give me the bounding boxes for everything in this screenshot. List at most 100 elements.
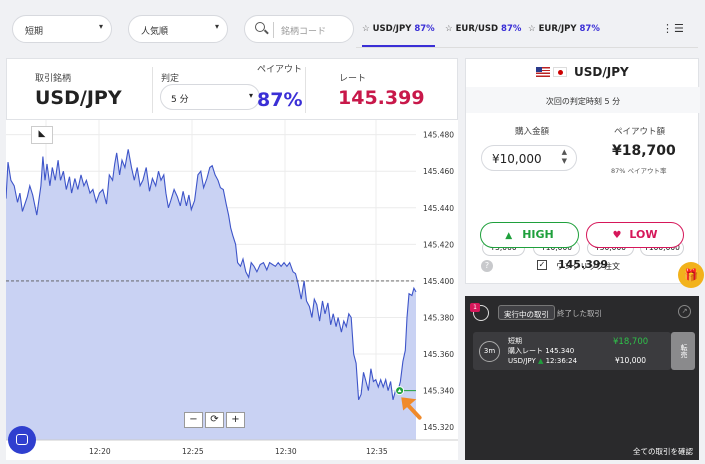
amount-stepper[interactable]: ▲ ▼ <box>562 148 567 166</box>
price-tick-label: 145.340 <box>423 387 454 396</box>
tab-eurjpy[interactable]: ☆ EUR/JPY 87% <box>528 11 600 47</box>
search-placeholder: 銘柄コード <box>281 27 327 37</box>
sort-select-value: 人気順 <box>141 27 169 37</box>
search-icon <box>255 22 265 32</box>
tab-payout: 87% <box>579 24 600 34</box>
us-flag-icon <box>536 67 550 77</box>
divider <box>305 67 306 113</box>
trade-pair: USD/JPY <box>508 357 536 365</box>
menu-icon[interactable]: ⋮☰ <box>662 22 685 35</box>
price-tick-label: 145.440 <box>423 204 454 213</box>
tab-label: EUR/JPY <box>538 24 577 34</box>
price-tick-label: 145.320 <box>423 423 454 432</box>
duration-ring: 3m <box>479 341 500 362</box>
one-click-label: ワンクリック注文 <box>556 262 620 271</box>
judge-label: 判定 <box>161 74 180 84</box>
amount-label: 購入金額 <box>515 127 550 137</box>
chevron-down-icon: ▾ <box>248 91 253 100</box>
chat-button[interactable] <box>8 426 36 454</box>
tab-closed-trades[interactable]: 終了した取引 <box>557 308 602 319</box>
search-divider <box>273 22 274 38</box>
payout-value: 87% <box>257 89 303 111</box>
tab-payout: 87% <box>501 24 522 34</box>
sort-select[interactable]: 人気順 ▾ <box>128 15 228 43</box>
trade-details: 短期 購入レート 145.340 USD/JPY ▲ 12:36:24 <box>508 336 577 366</box>
chevron-down-icon: ▾ <box>98 22 103 31</box>
amount-input[interactable]: ¥10,000 ▲ ▼ <box>481 145 577 171</box>
expand-icon[interactable]: ↗ <box>678 305 691 318</box>
tab-label: EUR/USD <box>455 24 499 34</box>
zoom-in-button[interactable]: + <box>226 412 245 428</box>
symbol-label: 取引銘柄 <box>35 74 72 84</box>
jp-flag-icon <box>553 67 567 77</box>
area-chart-icon: ◣ <box>38 129 46 139</box>
time-tick-label: 12:30 <box>275 447 297 456</box>
payout-label: ペイアウト <box>257 65 303 75</box>
price-chart[interactable]: 145.480 145.460 145.440 145.420 145.400 145.3… <box>5 120 466 460</box>
price-chart-svg: 145.480 145.460 145.440 145.420 145.400 145.3… <box>5 120 466 456</box>
trade-kind: 短期 <box>508 337 522 345</box>
reset-zoom-button[interactable]: ⟳ <box>205 412 224 428</box>
zoom-controls: − ⟳ + <box>184 412 245 429</box>
next-judge-text: 次回の判定時刻 5 分 <box>545 97 621 106</box>
price-tick-label: 145.400 <box>423 277 454 286</box>
tab-label: USD/JPY <box>372 24 412 34</box>
order-panel: USD/JPY 次回の判定時刻 5 分 購入金額 ¥10,000 ▲ ▼ ペイアウ… <box>465 58 700 284</box>
payout-rate-text: 87% ペイアウト率 <box>611 167 667 175</box>
time-tick-label: 12:25 <box>182 447 204 456</box>
star-icon[interactable]: ☆ <box>445 24 453 34</box>
chevron-down-icon: ▾ <box>214 22 219 31</box>
search-input[interactable]: 銘柄コード <box>244 15 354 43</box>
payout-amount-value: ¥18,700 <box>612 143 676 159</box>
time-tick-label: 12:35 <box>366 447 388 456</box>
triangle-up-icon: ▲ <box>537 357 544 365</box>
instrument-header: 取引銘柄 USD/JPY 判定 5 分 ▾ ペイアウト 87% レート 145.… <box>6 58 458 120</box>
judge-value: 5 分 <box>171 95 189 105</box>
divider <box>152 67 153 113</box>
price-tick-label: 145.360 <box>423 350 454 359</box>
zoom-out-button[interactable]: − <box>184 412 203 428</box>
trade-entry-rate: 購入レート 145.340 <box>508 347 575 355</box>
high-button[interactable]: ▲ HIGH <box>480 222 579 248</box>
chat-icon <box>16 434 28 445</box>
triangle-up-icon: ▲ <box>505 231 513 241</box>
positions-panel: 1 実行中の取引 終了した取引 ↗ 3m 短期 購入レート 145.340 US… <box>465 296 699 460</box>
tab-active-trades[interactable]: 実行中の取引 <box>498 305 555 320</box>
trade-stake: ¥10,000 <box>615 356 647 365</box>
rate-value: 145.399 <box>338 87 425 109</box>
payout-amount-label: ペイアウト額 <box>614 127 666 137</box>
low-button[interactable]: ♥ LOW <box>586 222 684 248</box>
top-bar: 短期 ▾ 人気順 ▾ 銘柄コード ☆ USD/JPY 87% ☆ EUR/USD 8… <box>0 0 705 52</box>
star-icon[interactable]: ☆ <box>528 24 536 34</box>
all-trades-link[interactable]: 全ての取引を確認 <box>633 446 693 457</box>
tab-eurusd[interactable]: ☆ EUR/USD 87% <box>445 11 521 47</box>
order-pair: USD/JPY <box>574 65 629 79</box>
chart-type-button[interactable]: ◣ <box>31 126 53 144</box>
trade-time: 12:36:24 <box>545 357 578 365</box>
rate-label: レート <box>339 74 367 84</box>
time-tick-label: 12:20 <box>89 447 111 456</box>
low-label: LOW <box>629 228 658 241</box>
expiry-select[interactable]: 短期 ▾ <box>12 15 112 43</box>
price-area-fill <box>6 149 416 441</box>
sell-button[interactable]: 転売 <box>671 332 695 370</box>
high-label: HIGH <box>522 228 554 241</box>
star-icon[interactable]: ☆ <box>362 24 370 34</box>
price-tick-label: 145.420 <box>423 240 454 249</box>
tab-payout: 87% <box>414 24 435 34</box>
tab-usdjpy[interactable]: ☆ USD/JPY 87% <box>362 11 435 47</box>
price-tick-label: 145.380 <box>423 313 454 322</box>
amount-value: ¥10,000 <box>492 152 542 166</box>
expiry-select-value: 短期 <box>25 27 44 37</box>
position-count-badge: 1 <box>470 303 480 312</box>
help-icon[interactable]: ? <box>481 260 493 272</box>
heart-down-icon: ♥ <box>612 230 622 241</box>
gift-icon[interactable]: 🎁 <box>678 262 704 288</box>
judge-select[interactable]: 5 分 ▾ <box>160 84 260 110</box>
one-click-checkbox[interactable]: ✓ <box>537 260 547 270</box>
price-tick-label: 145.460 <box>423 167 454 176</box>
tab-underline <box>356 47 698 48</box>
price-tick-label: 145.480 <box>423 131 454 140</box>
symbol-value: USD/JPY <box>35 87 122 109</box>
trade-payout: ¥18,700 <box>613 337 649 347</box>
